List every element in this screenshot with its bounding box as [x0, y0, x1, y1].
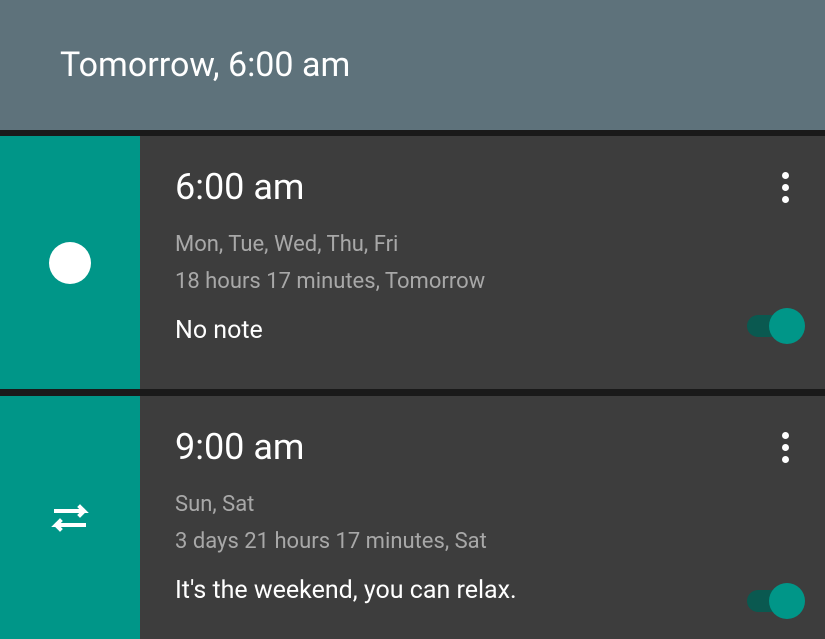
alarm-note: No note: [175, 316, 790, 345]
alarm-content: 6:00 am Mon, Tue, Wed, Thu, Fri 18 hours…: [140, 136, 825, 389]
alarm-countdown: 18 hours 17 minutes, Tomorrow: [175, 269, 790, 294]
dot-icon: [782, 172, 789, 179]
dot-icon: [782, 432, 789, 439]
alarm-time: 9:00 am: [175, 426, 790, 468]
more-options-button[interactable]: [774, 164, 797, 211]
compass-icon: [48, 241, 92, 285]
toggle-thumb: [769, 583, 805, 619]
alarm-content: 9:00 am Sun, Sat 3 days 21 hours 17 minu…: [140, 396, 825, 639]
alarm-toggle[interactable]: [747, 583, 805, 619]
dot-icon: [782, 444, 789, 451]
alarm-icon-box: [0, 396, 140, 639]
alarm-time: 6:00 am: [175, 166, 790, 208]
repeat-icon: [50, 501, 90, 535]
alarm-card[interactable]: 9:00 am Sun, Sat 3 days 21 hours 17 minu…: [0, 396, 825, 639]
alarm-toggle[interactable]: [747, 308, 805, 344]
alarm-days: Sun, Sat: [175, 492, 790, 517]
alarm-icon-box: [0, 136, 140, 389]
alarm-days: Mon, Tue, Wed, Thu, Fri: [175, 232, 790, 257]
alarm-countdown: 3 days 21 hours 17 minutes, Sat: [175, 529, 790, 554]
header: Tomorrow, 6:00 am: [0, 0, 825, 130]
dot-icon: [782, 196, 789, 203]
alarm-note: It's the weekend, you can relax.: [175, 576, 790, 605]
alarm-card[interactable]: 6:00 am Mon, Tue, Wed, Thu, Fri 18 hours…: [0, 136, 825, 389]
next-alarm-title: Tomorrow, 6:00 am: [60, 45, 350, 85]
toggle-thumb: [769, 308, 805, 344]
alarm-list: 6:00 am Mon, Tue, Wed, Thu, Fri 18 hours…: [0, 130, 825, 639]
more-options-button[interactable]: [774, 424, 797, 471]
dot-icon: [782, 456, 789, 463]
dot-icon: [782, 184, 789, 191]
